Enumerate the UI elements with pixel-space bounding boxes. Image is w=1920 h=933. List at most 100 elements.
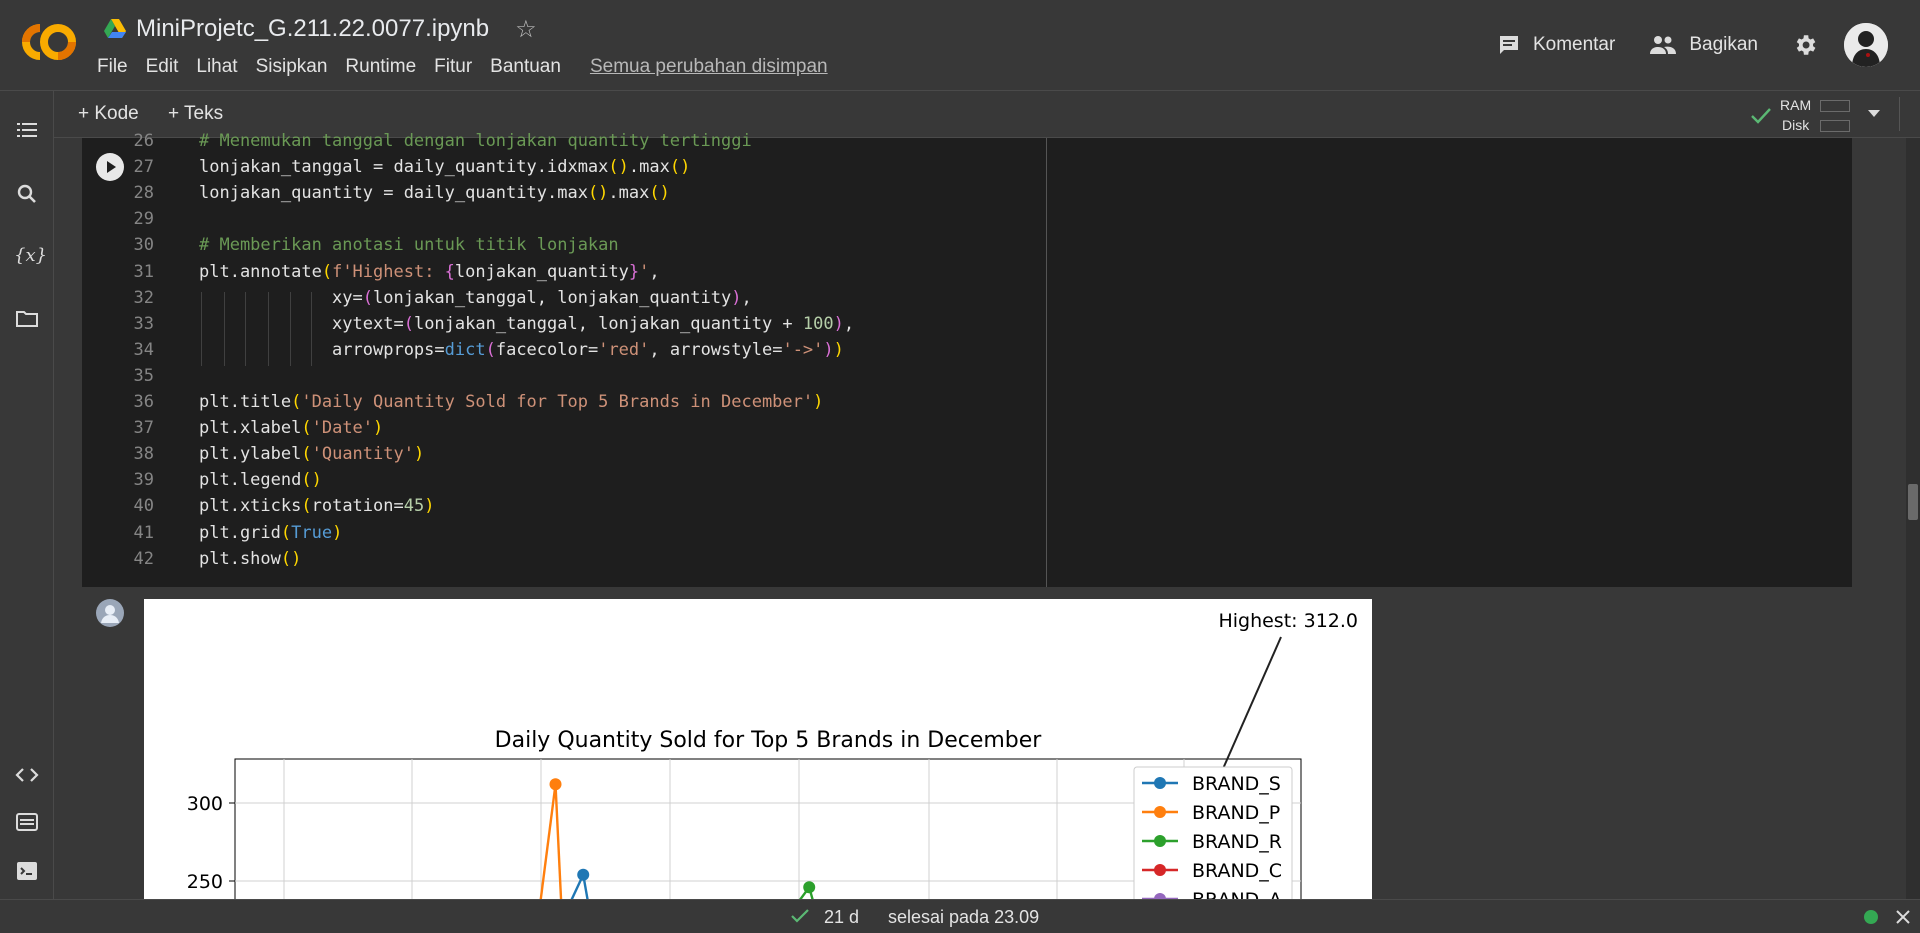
- table-of-contents-icon[interactable]: [14, 118, 40, 144]
- line-number: 40: [133, 496, 154, 517]
- menu-bar: File Edit Lihat Sisipkan Runtime Fitur B…: [97, 56, 846, 78]
- save-status-link[interactable]: Semua perubahan disimpan: [590, 56, 837, 78]
- annotation-label: Highest: 312.0: [1218, 610, 1358, 632]
- search-icon[interactable]: [14, 181, 40, 207]
- indent-guide: [245, 292, 246, 366]
- indent-guide: [268, 292, 269, 366]
- code-text: plt.grid(True): [199, 522, 343, 543]
- legend-label: BRAND_P: [1192, 802, 1280, 824]
- code-text: plt.annotate(f'Highest: {lonjakan_quanti…: [199, 261, 660, 282]
- toolbar-divider: [1899, 97, 1900, 131]
- notebook-title[interactable]: MiniProjetc_G.211.22.0077.ipynb: [136, 15, 489, 43]
- folder-icon[interactable]: [14, 306, 40, 332]
- chevron-down-icon[interactable]: [1867, 109, 1881, 119]
- disk-label: Disk: [1782, 117, 1810, 133]
- data-point: [577, 868, 590, 881]
- menu-view[interactable]: Lihat: [196, 56, 246, 78]
- resource-monitor[interactable]: RAM Disk: [1744, 97, 1864, 135]
- title-row: MiniProjetc_G.211.22.0077.ipynb ☆: [104, 12, 537, 46]
- comment-button[interactable]: Komentar: [1497, 33, 1615, 57]
- line-number: 36: [133, 392, 154, 412]
- indent-guide: [311, 292, 312, 366]
- line-number: 37: [133, 418, 154, 439]
- code-text: # Memberikan anotasi untuk titik lonjaka…: [199, 235, 619, 256]
- indent-guide: [224, 292, 225, 366]
- check-icon: [1751, 108, 1771, 124]
- star-icon[interactable]: ☆: [515, 15, 537, 44]
- output-avatar[interactable]: [96, 599, 124, 627]
- data-point: [549, 778, 562, 791]
- y-tick-label: 300: [187, 793, 223, 815]
- legend-marker: [1154, 835, 1166, 847]
- code-text: lonjakan_quantity = daily_quantity.max()…: [199, 183, 670, 204]
- line-number: 27: [133, 157, 154, 178]
- code-text: plt.xlabel('Date'): [199, 418, 384, 439]
- share-label: Bagikan: [1689, 34, 1758, 55]
- ram-bar: [1820, 100, 1850, 112]
- completion-time: selesai pada 23.09: [888, 907, 1040, 927]
- menu-runtime[interactable]: Runtime: [345, 56, 425, 78]
- code-cell-divider: [1046, 138, 1047, 587]
- y-tick-label: 250: [187, 871, 223, 893]
- command-palette-icon[interactable]: [14, 809, 40, 835]
- line-number: 30: [133, 235, 154, 256]
- drive-icon: [104, 19, 126, 38]
- vertical-scrollbar[interactable]: [1906, 138, 1920, 899]
- check-icon: [791, 909, 809, 923]
- gear-icon[interactable]: [1792, 32, 1818, 58]
- line-number: 26: [133, 131, 154, 151]
- code-cell[interactable]: [82, 138, 1852, 587]
- code-text: plt.title('Daily Quantity Sold for Top 5…: [199, 392, 824, 412]
- connection-status-dot: [1864, 910, 1878, 924]
- line-number: 35: [133, 365, 154, 386]
- line-number: 38: [133, 444, 154, 465]
- add-text-button[interactable]: + Teks: [168, 103, 223, 125]
- legend-marker: [1154, 864, 1166, 876]
- people-icon: [1650, 36, 1677, 54]
- menu-tools[interactable]: Fitur: [434, 56, 481, 78]
- chart-title: Daily Quantity Sold for Top 5 Brands in …: [495, 728, 1043, 753]
- code-text: plt.show(): [199, 548, 302, 569]
- line-number: 32: [133, 287, 154, 308]
- chart-svg: 300 250 Daily Quantity Sold for Top 5 Bran…: [187, 610, 1358, 899]
- person-icon: [101, 605, 119, 623]
- code-text: plt.ylabel('Quantity'): [199, 444, 425, 465]
- close-icon[interactable]: [1896, 910, 1910, 924]
- indent-guide: [290, 292, 291, 366]
- legend-label: BRAND_R: [1192, 831, 1282, 853]
- code-text: plt.xticks(rotation=45): [199, 496, 435, 517]
- code-snippets-icon[interactable]: [14, 762, 40, 788]
- user-avatar[interactable]: [1844, 23, 1888, 67]
- menu-insert[interactable]: Sisipkan: [256, 56, 337, 78]
- line-number: 42: [133, 548, 154, 569]
- comment-icon: [1499, 36, 1518, 54]
- code-text: xy=(lonjakan_tanggal, lonjakan_quantity)…: [199, 287, 752, 308]
- menu-help[interactable]: Bantuan: [490, 56, 570, 78]
- legend-label: BRAND_C: [1192, 860, 1282, 882]
- data-point: [803, 881, 816, 894]
- line-number: 41: [133, 522, 154, 543]
- scrollbar-thumb[interactable]: [1908, 484, 1918, 520]
- status-bar: 21 d selesai pada 23.09: [0, 899, 1920, 933]
- colab-logo[interactable]: [18, 20, 80, 64]
- comment-label: Komentar: [1532, 34, 1616, 55]
- add-code-button[interactable]: + Kode: [78, 103, 139, 125]
- elapsed-time: 21 d: [824, 907, 860, 927]
- terminal-icon[interactable]: [14, 858, 40, 884]
- code-text: arrowprops=dict(facecolor='red', arrowst…: [199, 339, 844, 360]
- chart-output: 300 250 Daily Quantity Sold for Top 5 Bran…: [144, 599, 1372, 899]
- header-actions: Komentar Bagikan: [1497, 22, 1888, 68]
- code-text: xytext=(lonjakan_tanggal, lonjakan_quant…: [199, 313, 855, 334]
- line-number: 33: [133, 313, 154, 334]
- share-button[interactable]: Bagikan: [1649, 34, 1758, 56]
- legend-marker: [1154, 806, 1166, 818]
- line-number: 39: [133, 470, 154, 491]
- ram-label: RAM: [1780, 97, 1812, 113]
- code-text: lonjakan_tanggal = daily_quantity.idxmax…: [199, 157, 691, 178]
- indent-guide: [201, 292, 202, 366]
- menu-edit[interactable]: Edit: [146, 56, 188, 78]
- left-sidebar: {x}: [0, 91, 54, 899]
- variables-icon[interactable]: {x}: [14, 243, 47, 269]
- line-number: 28: [133, 183, 154, 204]
- menu-file[interactable]: File: [97, 56, 137, 78]
